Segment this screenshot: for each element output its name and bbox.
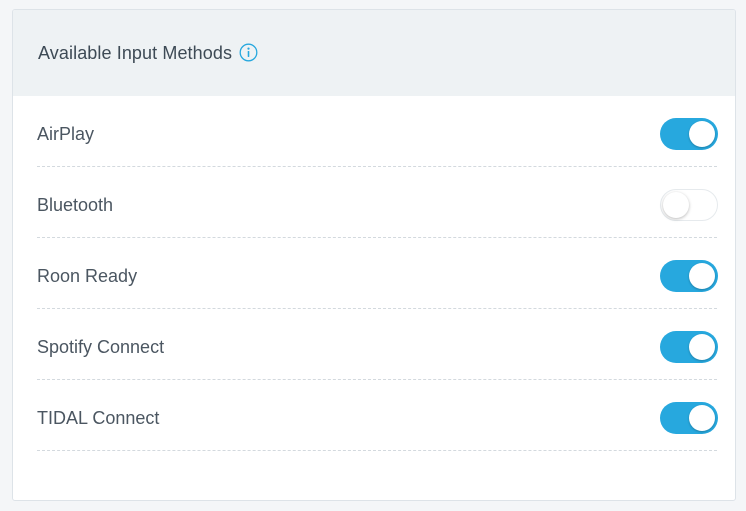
info-icon[interactable]	[239, 43, 258, 62]
panel-header: Available Input Methods	[13, 10, 735, 96]
bluetooth-toggle[interactable]	[660, 189, 718, 221]
input-method-label: TIDAL Connect	[37, 407, 160, 428]
input-method-row-bluetooth: Bluetooth	[37, 167, 718, 238]
input-method-row-spotify-connect: Spotify Connect	[37, 309, 718, 380]
spotify-connect-toggle[interactable]	[660, 331, 718, 363]
toggle-knob	[689, 121, 715, 147]
input-method-label: Spotify Connect	[37, 336, 165, 357]
roon-ready-toggle[interactable]	[660, 260, 718, 292]
toggle-knob	[689, 263, 715, 289]
input-methods-list: AirPlay Bluetooth Roon Ready Spotify Con…	[37, 96, 718, 451]
toggle-knob	[689, 334, 715, 360]
panel-title: Available Input Methods	[38, 42, 233, 63]
input-method-row-airplay: AirPlay	[37, 96, 718, 167]
toggle-knob	[689, 405, 715, 431]
input-method-label: Roon Ready	[37, 265, 138, 286]
airplay-toggle[interactable]	[660, 118, 718, 150]
input-methods-panel: Available Input Methods AirPlay Bluetoot…	[12, 9, 736, 501]
input-method-row-tidal-connect: TIDAL Connect	[37, 380, 718, 451]
input-method-row-roon-ready: Roon Ready	[37, 238, 718, 309]
toggle-knob	[663, 192, 689, 218]
input-method-label: AirPlay	[37, 123, 95, 144]
input-method-label: Bluetooth	[37, 194, 114, 215]
tidal-connect-toggle[interactable]	[660, 402, 718, 434]
